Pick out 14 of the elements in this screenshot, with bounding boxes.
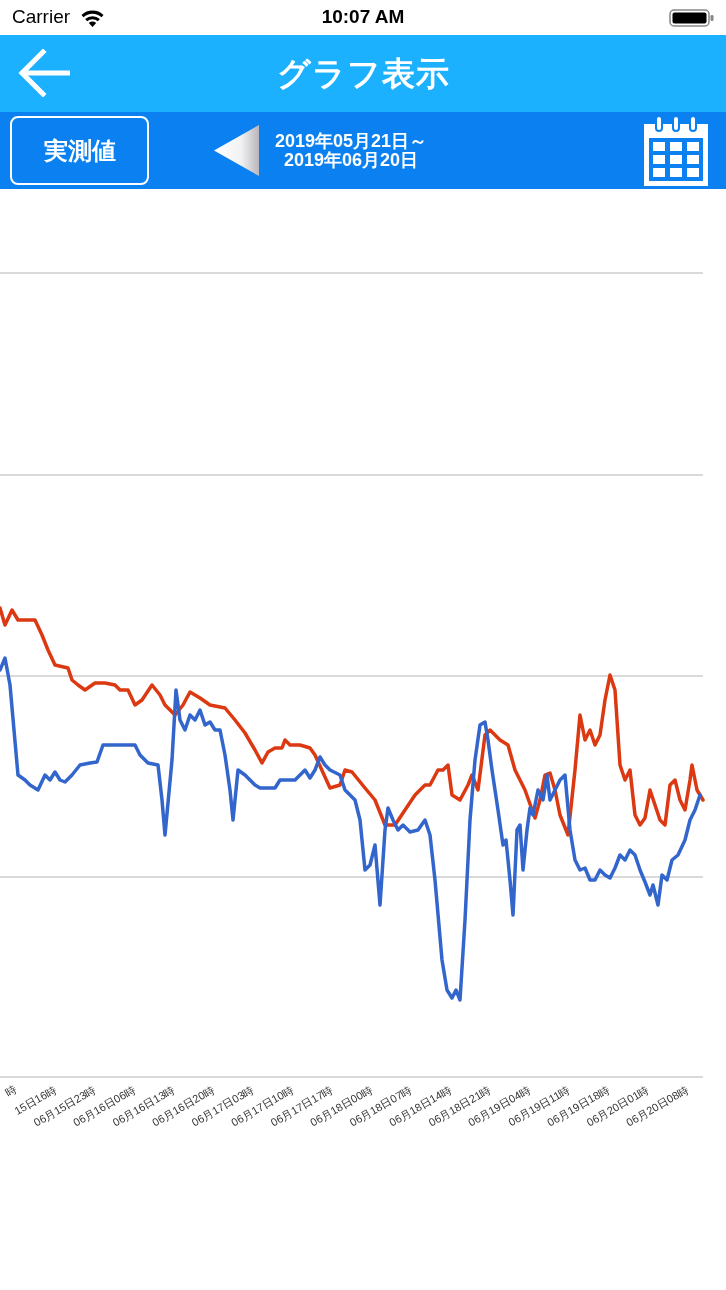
axis-label: 時 [3, 1083, 19, 1100]
carrier-text: Carrier [12, 5, 71, 30]
battery-icon [669, 8, 714, 27]
date-start-text: 2019年05月21日～ [275, 131, 428, 151]
back-arrow-icon [18, 49, 70, 97]
clock-text: 10:07 AM [321, 5, 405, 30]
calendar-button[interactable] [642, 114, 710, 187]
previous-button[interactable] [213, 124, 259, 177]
mode-button[interactable]: 実測値 [10, 116, 149, 185]
page-title: グラフ表示 [276, 53, 450, 94]
left-triangle-icon [213, 125, 259, 176]
wifi-icon [80, 8, 106, 27]
date-end-text: 2019年06月20日 [284, 150, 419, 170]
back-button[interactable] [16, 47, 72, 99]
